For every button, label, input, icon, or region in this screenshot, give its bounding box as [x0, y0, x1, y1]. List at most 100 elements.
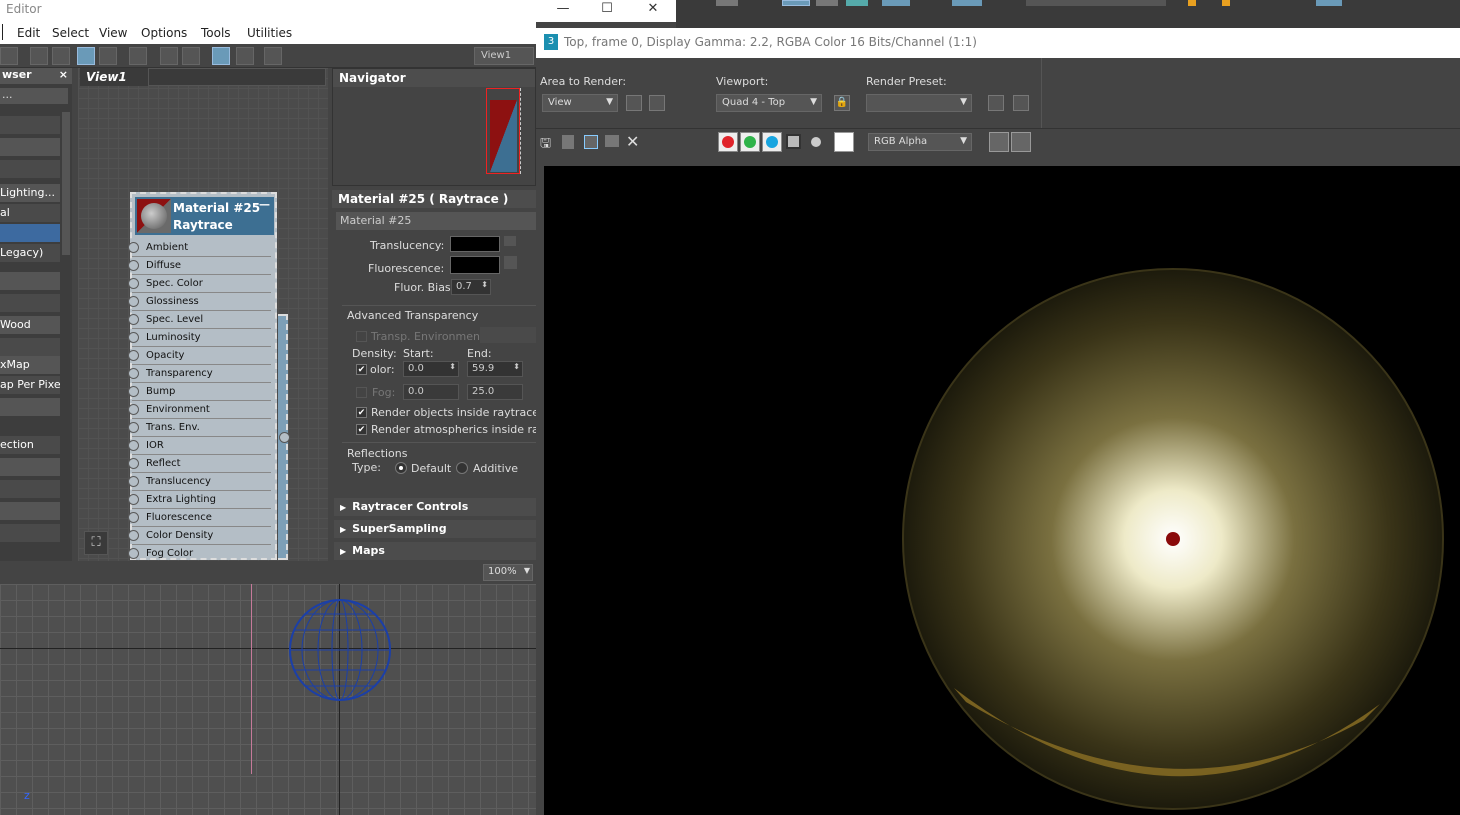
node-slot[interactable]: Fog Color: [128, 545, 271, 563]
menu-edit[interactable]: Edit: [17, 26, 40, 40]
node-slot[interactable]: Translucency: [128, 473, 271, 491]
toolbar-icon[interactable]: [952, 0, 982, 6]
fog-start-spinner[interactable]: 0.0: [403, 384, 459, 400]
render-objects-checkbox[interactable]: ✔: [356, 407, 367, 418]
default-radio[interactable]: [395, 462, 407, 474]
node-slot[interactable]: Trans. Env.: [128, 419, 271, 437]
node-slot[interactable]: Spec. Level: [128, 311, 271, 329]
browser-item[interactable]: ection: [0, 436, 60, 454]
blue-channel-toggle[interactable]: [762, 132, 782, 152]
output-socket[interactable]: [279, 432, 290, 443]
navigate-icon[interactable]: ⛶: [84, 531, 108, 555]
clear-icon[interactable]: ✕: [626, 132, 639, 151]
browser-item[interactable]: [0, 338, 60, 356]
color-start-spinner[interactable]: 0.0 ⬍: [403, 361, 459, 377]
node-slot[interactable]: Luminosity: [128, 329, 271, 347]
toolbar-icon[interactable]: [1222, 0, 1230, 6]
translucency-map-button[interactable]: [504, 236, 516, 246]
menu-select[interactable]: Select: [52, 26, 89, 40]
mono-toggle-icon[interactable]: [811, 137, 821, 147]
menu-tools[interactable]: Tools: [201, 26, 231, 40]
input-socket[interactable]: [128, 440, 139, 451]
material-name-field[interactable]: Material #25: [336, 212, 536, 230]
input-socket[interactable]: [128, 422, 139, 433]
edit-region-icon[interactable]: [626, 95, 642, 111]
pick-material-icon[interactable]: [30, 47, 48, 65]
browser-item[interactable]: [0, 502, 60, 520]
browser-scrollbar[interactable]: [62, 112, 70, 255]
input-socket[interactable]: [128, 332, 139, 343]
toggle-ui-icon[interactable]: [1011, 132, 1031, 152]
close-button[interactable]: ✕: [630, 0, 676, 22]
copy-image-icon[interactable]: [562, 135, 574, 149]
node-slot[interactable]: Spec. Color: [128, 275, 271, 293]
rollout-supersampling[interactable]: ▶ SuperSampling: [334, 520, 536, 538]
browser-item[interactable]: [0, 524, 60, 542]
alpha-channel-toggle[interactable]: [786, 134, 801, 149]
clone-window-icon[interactable]: [584, 135, 598, 149]
input-socket[interactable]: [128, 260, 139, 271]
node-slot[interactable]: Color Density: [128, 527, 271, 545]
input-socket[interactable]: [128, 404, 139, 415]
show-shaded-icon[interactable]: [77, 47, 95, 65]
transp-env-checkbox[interactable]: [356, 331, 367, 342]
toolbar-icon[interactable]: [1316, 0, 1342, 6]
show-background-icon[interactable]: [99, 47, 117, 65]
toolbar-icon[interactable]: [816, 0, 838, 6]
browser-item[interactable]: [0, 160, 60, 178]
toolbar-icon[interactable]: [0, 47, 18, 65]
browser-item[interactable]: Legacy): [0, 244, 60, 262]
browser-item[interactable]: ap Per Pixel: [0, 376, 60, 394]
node-slot[interactable]: Reflect: [128, 455, 271, 473]
input-socket[interactable]: [128, 314, 139, 325]
menu-view[interactable]: View: [99, 26, 127, 40]
wire-sphere-icon[interactable]: [288, 598, 392, 702]
green-channel-toggle[interactable]: [740, 132, 760, 152]
node-slot[interactable]: Environment: [128, 401, 271, 419]
node-slot[interactable]: Diffuse: [128, 257, 271, 275]
toolbar-icon[interactable]: [882, 0, 910, 6]
scene-viewport[interactable]: z: [0, 584, 536, 815]
swatch-white[interactable]: [834, 132, 854, 152]
node-slot[interactable]: Transparency: [128, 365, 271, 383]
spinner-icon[interactable]: ⬍: [481, 280, 488, 289]
spinner-icon[interactable]: ⬍: [513, 362, 520, 371]
browser-item[interactable]: [0, 458, 60, 476]
rollout-raytracer-controls[interactable]: ▶ Raytracer Controls: [334, 498, 536, 516]
minimize-button[interactable]: —: [540, 0, 586, 22]
material-node[interactable]: Material #25 Raytrace — Ambient Diffuse Sp…: [128, 192, 277, 563]
browser-item[interactable]: [0, 294, 60, 312]
menu-utilities[interactable]: Utilities: [247, 26, 292, 40]
viewport-dropdown[interactable]: Quad 4 - Top ▼: [716, 94, 822, 112]
navigator-frame[interactable]: [486, 88, 521, 174]
zoom-dropdown[interactable]: 100% ▼: [483, 564, 533, 581]
node-header[interactable]: Material #25 Raytrace —: [135, 197, 274, 235]
node-slot[interactable]: Ambient: [128, 239, 271, 257]
browser-item[interactable]: xMap: [0, 356, 60, 374]
maximize-button[interactable]: ☐: [584, 0, 630, 22]
layout-children-icon[interactable]: [236, 47, 254, 65]
browser-item[interactable]: Wood: [0, 316, 60, 334]
input-socket[interactable]: [128, 278, 139, 289]
fog-end-spinner[interactable]: 25.0: [467, 384, 523, 400]
input-socket[interactable]: [128, 368, 139, 379]
browser-item[interactable]: al: [0, 204, 60, 222]
node-slot[interactable]: Opacity: [128, 347, 271, 365]
view-dropdown[interactable]: View1: [474, 47, 534, 65]
additive-radio[interactable]: [456, 462, 468, 474]
toolbar-icon[interactable]: [160, 47, 178, 65]
toolbar-field[interactable]: [1026, 0, 1166, 6]
print-icon[interactable]: [605, 135, 619, 147]
save-image-icon[interactable]: 🖫: [540, 134, 551, 156]
node-slot[interactable]: Extra Lighting: [128, 491, 271, 509]
translucency-swatch[interactable]: [450, 236, 500, 252]
fluorescence-swatch[interactable]: [450, 256, 500, 274]
input-socket[interactable]: [128, 296, 139, 307]
browser-item[interactable]: Lighting...: [0, 184, 60, 202]
input-socket[interactable]: [128, 494, 139, 505]
browser-search-input[interactable]: ...: [0, 88, 68, 104]
input-socket[interactable]: [128, 512, 139, 523]
input-socket[interactable]: [128, 458, 139, 469]
browser-item[interactable]: [0, 480, 60, 498]
environment-effects-icon[interactable]: [1013, 95, 1029, 111]
